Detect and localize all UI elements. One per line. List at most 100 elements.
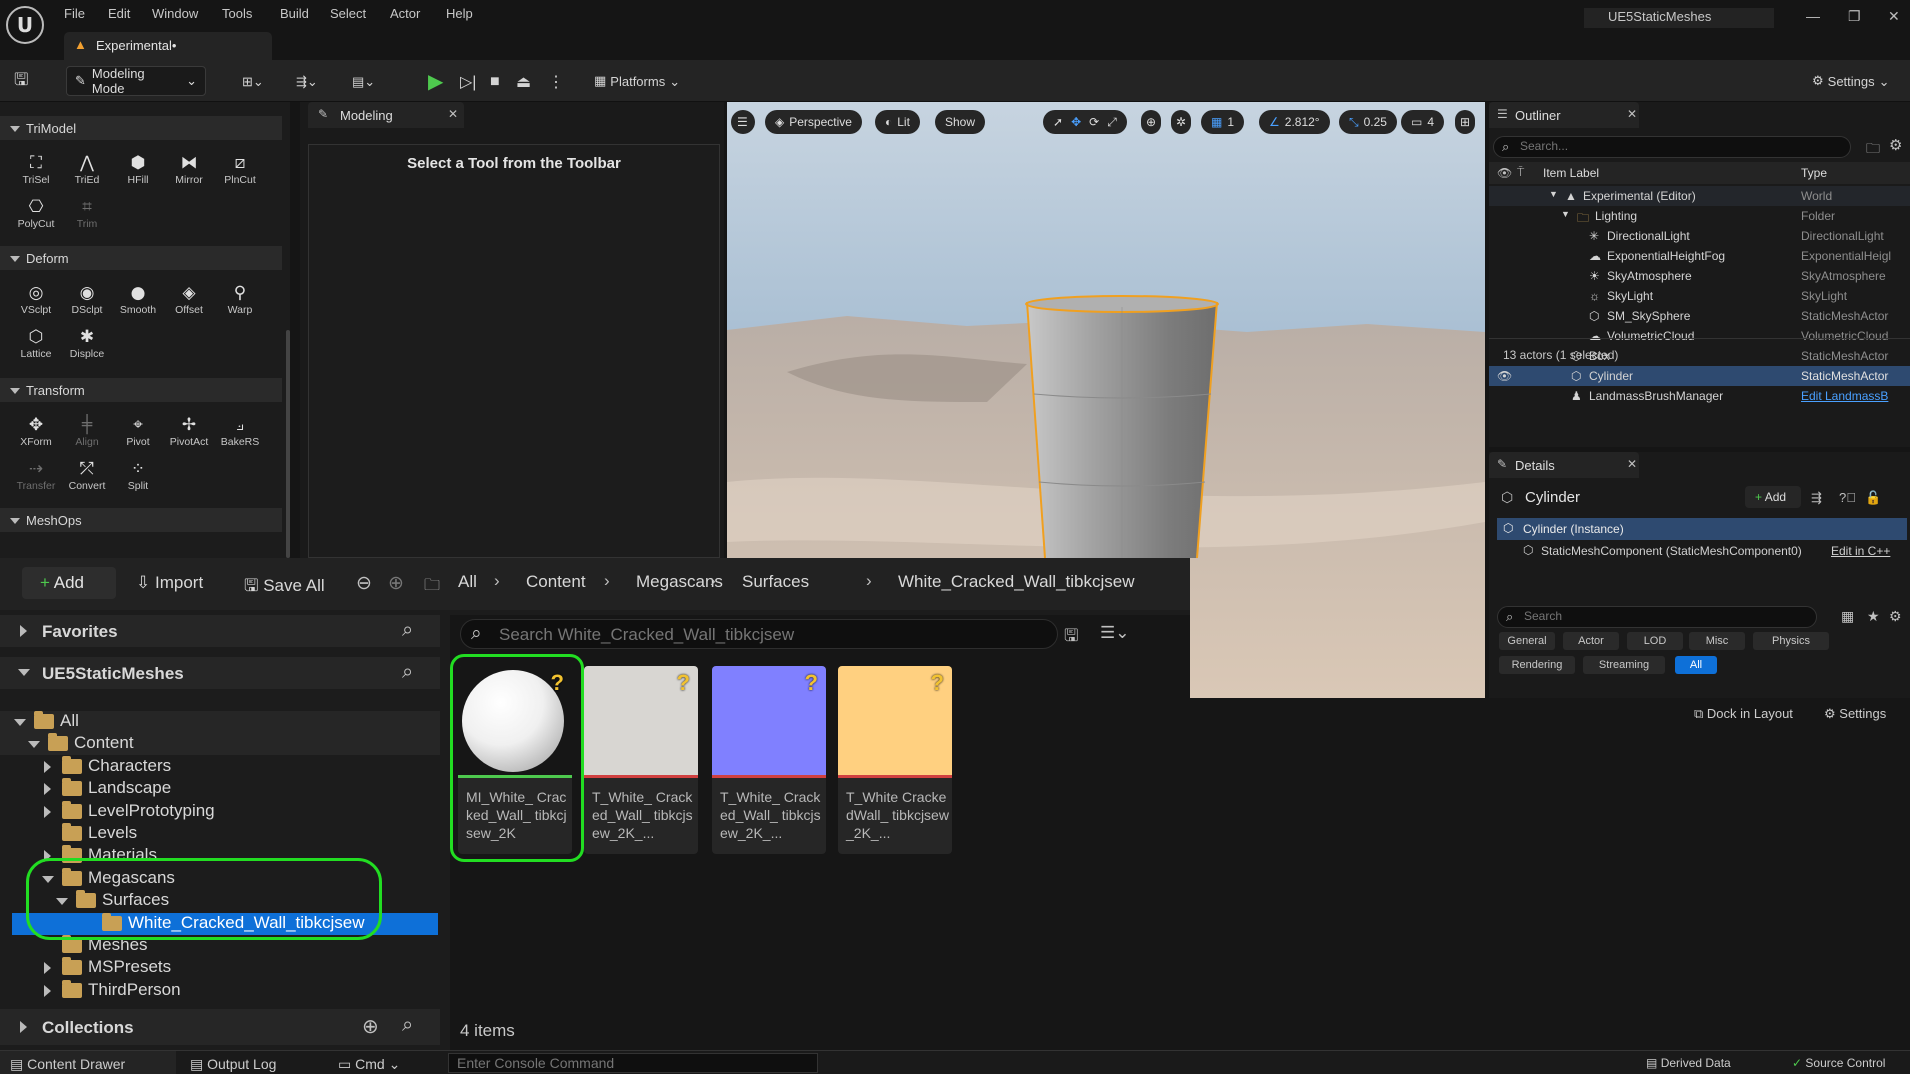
type-header[interactable]: Type (1801, 166, 1827, 180)
outliner-search-input[interactable] (1520, 139, 1840, 153)
asset-tile[interactable]: ? MI_White_ Cracked_Wall_ tibkcjsew_2K (458, 666, 572, 854)
tree-item[interactable]: Content (0, 733, 440, 756)
outliner-row[interactable]: ☼ SkyLight SkyLight (1489, 286, 1910, 306)
tool-vsclpt[interactable]: ◎ VSclpt (12, 282, 60, 326)
star-icon[interactable]: ★ (1867, 608, 1880, 625)
outliner-row[interactable]: ☀ SkyAtmosphere SkyAtmosphere (1489, 266, 1910, 286)
console-input[interactable] (448, 1053, 818, 1073)
perspective-button[interactable]: ◈ Perspective (765, 110, 862, 134)
tool-lattice[interactable]: ⬡ Lattice (12, 326, 60, 370)
expand-icon[interactable] (44, 805, 57, 818)
output-log-button[interactable]: ▤ Output Log (190, 1056, 276, 1073)
visibility-icon[interactable]: 👁 (1497, 166, 1512, 180)
tool-offset[interactable]: ◈ Offset (165, 282, 213, 326)
camera-speed-button[interactable]: ▭ 4 (1401, 110, 1445, 134)
gear-icon[interactable]: ⚙ (1889, 136, 1902, 154)
tree-item[interactable]: LevelPrototyping (0, 800, 440, 823)
tool-plncut[interactable]: ⧄ PlnCut (216, 152, 264, 196)
outliner-row[interactable]: ♟ LandmassBrushManager Edit LandmassB (1489, 386, 1910, 406)
tree-item[interactable]: MSPresets (0, 957, 440, 979)
outliner-row[interactable]: ☁ ExponentialHeightFog ExponentialHeigl (1489, 246, 1910, 266)
scale-icon[interactable]: ⤢ (1107, 115, 1117, 130)
save-icon[interactable]: 🖫 (14, 68, 28, 95)
grid-snap-button[interactable]: ▦ 1 (1201, 110, 1245, 134)
tool-split[interactable]: ⁘ Split (114, 458, 162, 502)
tab-modeling[interactable]: ✎ Modeling ✕ (308, 102, 464, 128)
surface-snap-icon[interactable]: ✲ (1171, 110, 1192, 134)
world-space-icon[interactable]: ⊕ (1141, 110, 1162, 134)
tool-trim[interactable]: ⌗ Trim (63, 196, 111, 240)
search-icon[interactable]: ⌕ (402, 661, 413, 684)
derived-data-button[interactable]: ▤ Derived Data (1646, 1056, 1731, 1070)
outliner-row[interactable]: ▼ ▲ Experimental (Editor) World (1489, 186, 1910, 206)
unreal-logo-icon[interactable]: U (6, 6, 44, 44)
tool-mirror[interactable]: ⧓ Mirror (165, 152, 213, 196)
outliner-row[interactable]: ☁ VolumetricCloud VolumetricCloud (1489, 326, 1910, 346)
drawer-settings-button[interactable]: ⚙ Settings (1824, 706, 1886, 722)
select-icon[interactable]: ➚ (1053, 115, 1063, 129)
table-view-icon[interactable]: ▦ (1841, 608, 1854, 625)
collapse-icon[interactable] (14, 719, 26, 732)
edit-cpp-link[interactable]: Edit in C++ (1831, 544, 1890, 558)
project-header[interactable]: UE5StaticMeshes ⌕ (0, 657, 440, 689)
outliner-row[interactable]: ⬡ SM_SkySphere StaticMeshActor (1489, 306, 1910, 326)
category-transform[interactable]: Transform (0, 378, 282, 402)
angle-snap-button[interactable]: ∠ 2.812° (1259, 110, 1330, 134)
show-button[interactable]: Show (935, 110, 986, 134)
chevron-right-icon[interactable]: › (494, 571, 500, 591)
tool-polycut[interactable]: ⎔ PolyCut (12, 196, 60, 240)
stop-icon[interactable]: ■ (490, 68, 500, 95)
close-window-icon[interactable]: ✕ (1888, 8, 1900, 25)
add-actor-icon[interactable]: ⊞⌄ (242, 68, 264, 95)
breadcrumb-surfaces[interactable]: Surfaces (742, 572, 809, 592)
chevron-right-icon[interactable]: › (710, 571, 716, 591)
collapse-icon[interactable]: ▼ (1561, 209, 1570, 219)
transform-tools[interactable]: ➚ ✥ ⟳ ⤢ (1043, 110, 1127, 134)
mode-dropdown[interactable]: ✎ Modeling Mode ⌄ (66, 66, 206, 96)
details-search[interactable]: ⌕ (1497, 606, 1817, 628)
tool-displce[interactable]: ✱ Displce (63, 326, 111, 370)
move-icon[interactable]: ✥ (1071, 115, 1081, 129)
close-icon[interactable]: ✕ (1627, 457, 1637, 471)
menu-edit[interactable]: Edit (108, 6, 130, 21)
chevron-right-icon[interactable]: › (866, 571, 872, 591)
add-folder-icon[interactable]: 🗀 (1866, 138, 1880, 162)
save-search-icon[interactable]: 🖫 (1064, 623, 1078, 652)
tree-item[interactable]: Levels (0, 823, 440, 845)
collapse-icon[interactable] (28, 741, 40, 754)
tool-convert[interactable]: ⤱ Convert (63, 458, 111, 502)
filter-misc[interactable]: Misc (1689, 632, 1745, 650)
settings-button[interactable]: ⚙ Settings ⌄ (1812, 68, 1890, 95)
blueprint-icon[interactable]: ⇶⌄ (296, 68, 318, 95)
menu-window[interactable]: Window (152, 6, 198, 21)
outliner-row[interactable]: 👁 ⬡ Cylinder StaticMeshActor (1489, 366, 1910, 386)
add-button[interactable]: + Add (22, 567, 116, 599)
tool-pivot[interactable]: ⌖ Pivot (114, 414, 162, 458)
source-control-button[interactable]: ✓ Source Control (1792, 1056, 1885, 1070)
asset-search[interactable]: ⌕ (460, 619, 1058, 649)
cmd-dropdown[interactable]: ▭ Cmd ⌄ (338, 1056, 400, 1073)
tool-align[interactable]: ╪ Align (63, 414, 111, 458)
tool-trisel[interactable]: ⛶ TriSel (12, 152, 60, 196)
filter-all[interactable]: All (1675, 656, 1717, 674)
tool-hfill[interactable]: ⬢ HFill (114, 152, 162, 196)
filter-streaming[interactable]: Streaming (1583, 656, 1665, 674)
row-type[interactable]: Edit LandmassB (1801, 389, 1909, 403)
tree-item[interactable]: Characters (0, 755, 440, 778)
tool-smooth[interactable]: ● Smooth (114, 282, 162, 326)
instance-row[interactable]: ⬡ Cylinder (Instance) (1497, 518, 1907, 540)
category-deform[interactable]: Deform (0, 246, 282, 270)
level-tab[interactable]: ▲ Experimental• (64, 32, 272, 60)
breadcrumb-all[interactable]: All (458, 572, 477, 592)
tool-bakers[interactable]: ⟓ BakeRS (216, 414, 264, 458)
filter-icon[interactable]: ☰⌄ (1100, 623, 1129, 643)
import-button[interactable]: ⇩ Import (136, 573, 203, 593)
play-icon[interactable]: ▶ (428, 68, 443, 95)
menu-file[interactable]: File (64, 6, 85, 21)
dock-in-layout-button[interactable]: ⧉ Dock in Layout (1694, 706, 1793, 722)
component-row[interactable]: ⬡ StaticMeshComponent (StaticMeshCompone… (1497, 540, 1907, 562)
rotate-icon[interactable]: ⟳ (1089, 115, 1099, 129)
close-icon[interactable]: ✕ (448, 107, 458, 121)
step-icon[interactable]: ▷| (460, 68, 476, 95)
menu-actor[interactable]: Actor (390, 6, 420, 21)
